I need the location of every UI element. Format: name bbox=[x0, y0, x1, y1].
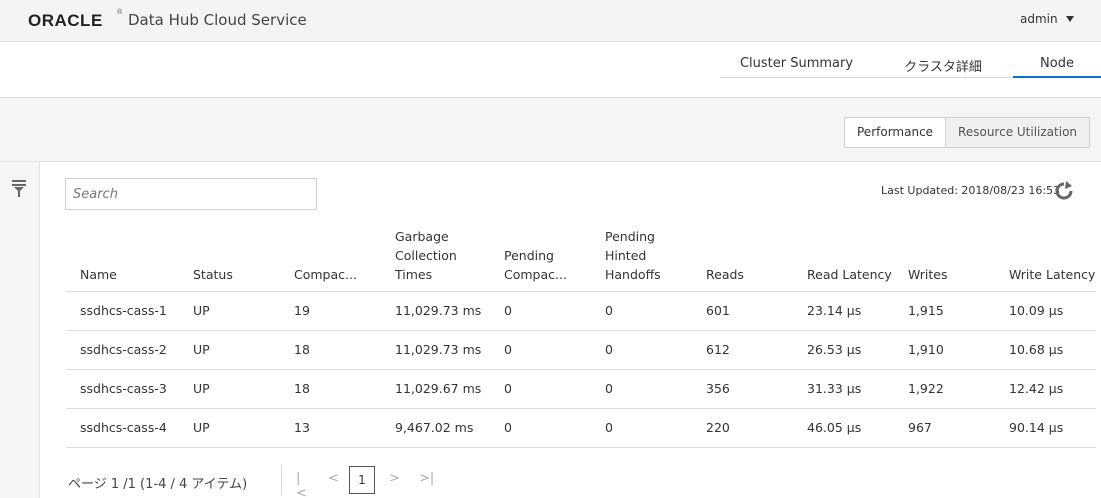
search-input[interactable] bbox=[65, 178, 317, 210]
view-toggle: Performance Resource Utilization bbox=[844, 117, 1091, 148]
tab-cluster-details[interactable]: クラスタ詳細 bbox=[873, 52, 1013, 78]
cell-reads: 601 bbox=[692, 291, 793, 331]
cell-read-latency: 26.53 µs bbox=[793, 330, 894, 370]
cell-writes: 967 bbox=[894, 408, 995, 448]
resource-utilization-button[interactable]: Resource Utilization bbox=[946, 118, 1089, 147]
table-row[interactable]: ssdhcs-cass-3 UP 18 11,029.67 ms 0 0 356… bbox=[66, 369, 1096, 409]
cell-write-latency: 12.42 µs bbox=[995, 369, 1096, 409]
column-header-name[interactable]: Name bbox=[66, 218, 179, 292]
registered-mark: ® bbox=[117, 9, 123, 16]
cell-name: ssdhcs-cass-1 bbox=[66, 291, 179, 331]
node-table: Name Status Compac... Garbage Collection… bbox=[66, 218, 1096, 448]
performance-button[interactable]: Performance bbox=[845, 118, 947, 147]
column-header-pending-compactions[interactable]: Pending Compac... bbox=[490, 218, 591, 292]
cell-write-latency: 10.68 µs bbox=[995, 330, 1096, 370]
previous-page-button[interactable]: < bbox=[328, 471, 339, 486]
cell-read-latency: 23.14 µs bbox=[793, 291, 894, 331]
cell-compactions: 13 bbox=[280, 408, 381, 448]
cell-name: ssdhcs-cass-2 bbox=[66, 330, 179, 370]
top-tabs: Cluster Summary クラスタ詳細 Node bbox=[720, 52, 1101, 78]
tab-cluster-summary[interactable]: Cluster Summary bbox=[720, 52, 873, 78]
cell-compactions: 19 bbox=[280, 291, 381, 331]
table-row[interactable]: ssdhcs-cass-2 UP 18 11,029.73 ms 0 0 612… bbox=[66, 330, 1096, 370]
tab-node[interactable]: Node bbox=[1013, 52, 1101, 78]
column-header-reads[interactable]: Reads bbox=[692, 218, 793, 292]
cell-write-latency: 90.14 µs bbox=[995, 408, 1096, 448]
cell-writes: 1,922 bbox=[894, 369, 995, 409]
cell-reads: 356 bbox=[692, 369, 793, 409]
table-row[interactable]: ssdhcs-cass-1 UP 19 11,029.73 ms 0 0 601… bbox=[66, 291, 1096, 331]
cell-reads: 220 bbox=[692, 408, 793, 448]
column-header-write-latency[interactable]: Write Latency bbox=[995, 218, 1096, 292]
cell-name: ssdhcs-cass-3 bbox=[66, 369, 179, 409]
cell-read-latency: 46.05 µs bbox=[793, 408, 894, 448]
column-header-pending-hinted-handoffs[interactable]: Pending Hinted Handoffs bbox=[591, 218, 692, 292]
pagination-label: ページ 1 /1 (1-4 / 4 アイテム) bbox=[68, 477, 248, 492]
column-header-gc-times[interactable]: Garbage Collection Times bbox=[381, 218, 490, 292]
cell-status: UP bbox=[179, 291, 280, 331]
cell-writes: 1,915 bbox=[894, 291, 995, 331]
cell-pending-compactions: 0 bbox=[490, 291, 591, 331]
last-page-button[interactable]: >| bbox=[419, 471, 434, 486]
next-page-button[interactable]: > bbox=[389, 471, 400, 486]
refresh-icon[interactable] bbox=[1054, 181, 1074, 201]
cell-status: UP bbox=[179, 369, 280, 409]
table-row[interactable]: ssdhcs-cass-4 UP 13 9,467.02 ms 0 0 220 … bbox=[66, 408, 1096, 448]
oracle-logo: ORACLE bbox=[28, 11, 103, 30]
column-header-writes[interactable]: Writes bbox=[894, 218, 995, 292]
left-rail bbox=[0, 162, 40, 498]
app-header: ORACLE ® Data Hub Cloud Service admin bbox=[0, 0, 1101, 42]
cell-gc-times: 11,029.73 ms bbox=[381, 330, 490, 370]
view-toolbar: Performance Resource Utilization bbox=[0, 98, 1101, 162]
app-title: Data Hub Cloud Service bbox=[128, 11, 307, 29]
cell-pending-compactions: 0 bbox=[490, 330, 591, 370]
last-updated: Last Updated: 2018/08/23 16:53 bbox=[881, 184, 1061, 197]
column-header-status[interactable]: Status bbox=[179, 218, 280, 292]
column-header-read-latency[interactable]: Read Latency bbox=[793, 218, 894, 292]
cell-read-latency: 31.33 µs bbox=[793, 369, 894, 409]
cell-name: ssdhcs-cass-4 bbox=[66, 408, 179, 448]
pagination-divider bbox=[281, 465, 282, 495]
table-header-row: Name Status Compac... Garbage Collection… bbox=[66, 218, 1096, 292]
cell-status: UP bbox=[179, 330, 280, 370]
user-name: admin bbox=[1020, 12, 1058, 26]
cell-write-latency: 10.09 µs bbox=[995, 291, 1096, 331]
cell-compactions: 18 bbox=[280, 369, 381, 409]
tabs-band: Cluster Summary クラスタ詳細 Node bbox=[0, 42, 1101, 98]
cell-pending-hinted-handoffs: 0 bbox=[591, 408, 692, 448]
column-header-compactions[interactable]: Compac... bbox=[280, 218, 381, 292]
cell-pending-hinted-handoffs: 0 bbox=[591, 369, 692, 409]
cell-pending-compactions: 0 bbox=[490, 408, 591, 448]
page-number-button[interactable]: 1 bbox=[349, 466, 375, 494]
cell-pending-compactions: 0 bbox=[490, 369, 591, 409]
cell-gc-times: 11,029.67 ms bbox=[381, 369, 490, 409]
first-page-button[interactable]: |< bbox=[296, 471, 307, 498]
cell-reads: 612 bbox=[692, 330, 793, 370]
cell-gc-times: 11,029.73 ms bbox=[381, 291, 490, 331]
filter-icon[interactable] bbox=[11, 179, 27, 199]
cell-pending-hinted-handoffs: 0 bbox=[591, 330, 692, 370]
cell-status: UP bbox=[179, 408, 280, 448]
user-menu[interactable]: admin bbox=[1020, 12, 1074, 26]
chevron-down-icon bbox=[1065, 16, 1074, 22]
cell-compactions: 18 bbox=[280, 330, 381, 370]
cell-writes: 1,910 bbox=[894, 330, 995, 370]
cell-pending-hinted-handoffs: 0 bbox=[591, 291, 692, 331]
cell-gc-times: 9,467.02 ms bbox=[381, 408, 490, 448]
